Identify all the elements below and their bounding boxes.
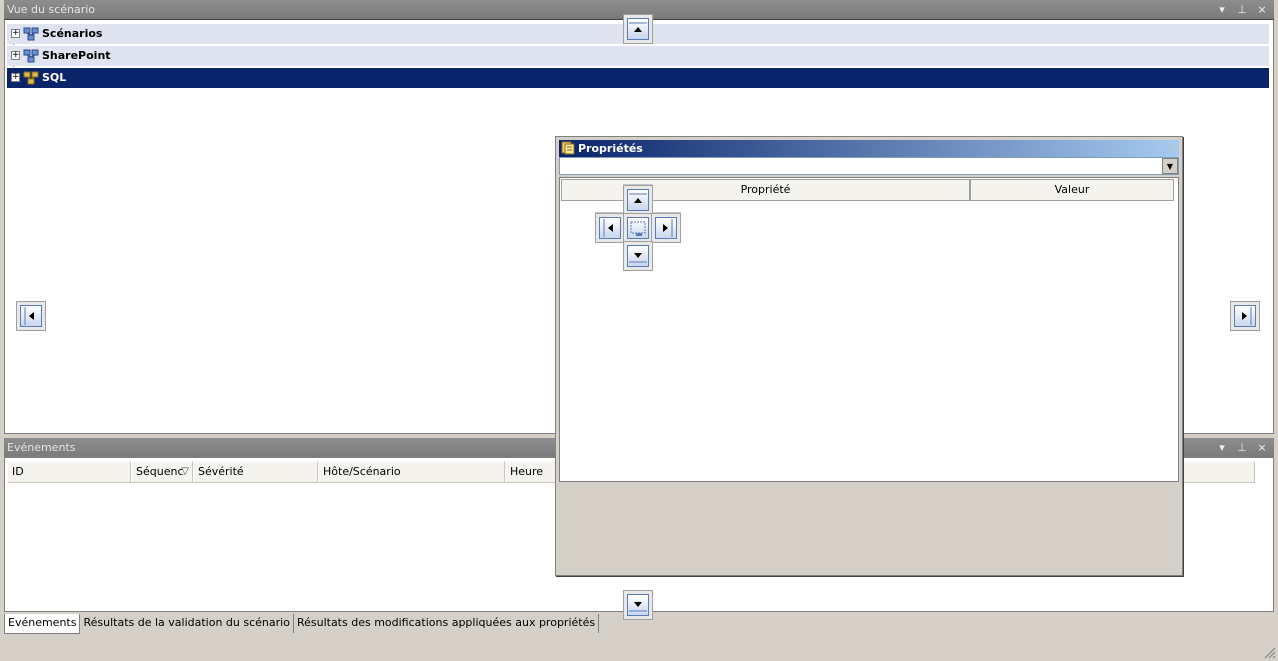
- dock-left-button[interactable]: [595, 213, 625, 243]
- properties-icon: [561, 141, 575, 155]
- dock-bottom-icon: [627, 594, 649, 616]
- column-header-id[interactable]: ID: [7, 461, 131, 483]
- dock-edge-top-button[interactable]: [623, 14, 653, 44]
- events-tabstrip: Evénements Résultats de la validation du…: [4, 614, 600, 634]
- column-header-host-scenario[interactable]: Hôte/Scénario: [318, 461, 505, 483]
- pin-icon[interactable]: ⊥: [1236, 438, 1248, 457]
- resize-grip-icon[interactable]: [1264, 647, 1276, 659]
- tree-node-sharepoint[interactable]: + SharePoint: [7, 46, 1269, 66]
- column-header-label: ID: [12, 465, 24, 478]
- expand-icon[interactable]: +: [11, 51, 20, 60]
- dock-edge-bottom-button[interactable]: [623, 590, 653, 620]
- tab-events[interactable]: Evénements: [4, 614, 81, 634]
- dock-bottom-icon: [627, 245, 649, 267]
- scenario-group-icon: [23, 71, 39, 85]
- expand-icon[interactable]: +: [11, 29, 20, 38]
- column-header-sequence[interactable]: Séquenc ▽: [131, 461, 193, 483]
- tree-node-label: SQL: [42, 71, 67, 84]
- dock-top-button[interactable]: [623, 185, 653, 215]
- sort-descending-icon: ▽: [181, 466, 189, 477]
- dock-bottom-button[interactable]: [623, 241, 653, 271]
- scenario-view-title: Vue du scénario: [7, 3, 96, 16]
- close-icon[interactable]: ×: [1256, 438, 1268, 457]
- column-header-label: Séquenc: [136, 465, 184, 478]
- dock-center-icon: [627, 217, 649, 239]
- expand-icon[interactable]: +: [11, 73, 20, 82]
- properties-title: Propriétés: [578, 142, 643, 155]
- close-icon[interactable]: ×: [1166, 140, 1176, 157]
- dock-center-button[interactable]: [623, 213, 653, 243]
- panel-dropdown-icon[interactable]: ▾: [1216, 438, 1228, 457]
- dock-edge-right-button[interactable]: [1230, 301, 1260, 331]
- events-title: Evénements: [7, 441, 76, 454]
- properties-titlebar[interactable]: Propriétés ×: [559, 140, 1179, 157]
- dock-top-icon: [627, 189, 649, 211]
- dock-top-icon: [627, 18, 649, 40]
- dock-right-button[interactable]: [651, 213, 681, 243]
- column-header-label: Sévérité: [198, 465, 244, 478]
- property-description-area: [559, 483, 1179, 572]
- tree-node-label: SharePoint: [42, 49, 111, 62]
- tab-property-changes-results[interactable]: Résultats des modifications appliquées a…: [294, 614, 600, 633]
- chevron-down-icon[interactable]: ▼: [1162, 158, 1178, 174]
- scenario-group-icon: [23, 49, 39, 63]
- tree-node-sql[interactable]: + SQL: [7, 68, 1269, 88]
- column-header-severity[interactable]: Sévérité: [193, 461, 318, 483]
- tab-scenario-validation-results[interactable]: Résultats de la validation du scénario: [80, 614, 294, 633]
- scenario-group-icon: [23, 27, 39, 41]
- dock-left-icon: [20, 305, 42, 327]
- dock-right-icon: [1234, 305, 1256, 327]
- dock-edge-left-button[interactable]: [16, 301, 46, 331]
- column-header-value[interactable]: Valeur: [970, 179, 1174, 201]
- object-selector-combo[interactable]: ▼: [559, 157, 1179, 175]
- panel-dropdown-icon[interactable]: ▾: [1216, 0, 1228, 19]
- column-header-label: Hôte/Scénario: [323, 465, 401, 478]
- pin-icon[interactable]: ⊥: [1236, 0, 1248, 19]
- close-icon[interactable]: ×: [1256, 0, 1268, 19]
- dock-left-icon: [599, 217, 621, 239]
- column-header-label: Heure: [510, 465, 544, 478]
- dock-right-icon: [655, 217, 677, 239]
- tree-node-label: Scénarios: [42, 27, 103, 40]
